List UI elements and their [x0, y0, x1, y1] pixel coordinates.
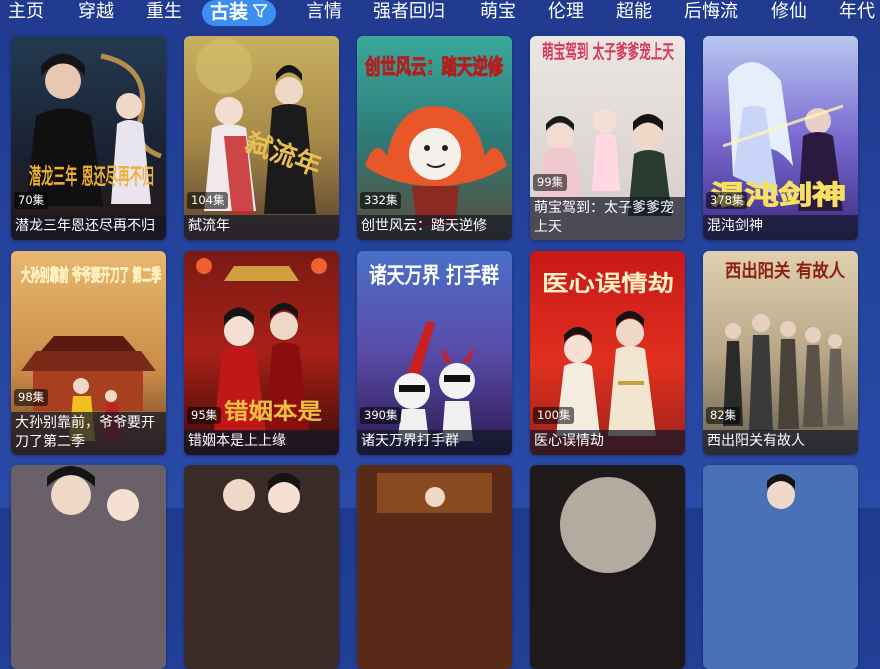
episode-count-badge: 390集	[360, 407, 402, 424]
drama-card[interactable]: 错姻本是 95集 错姻本是上上缘	[184, 251, 339, 455]
drama-title: 诸天万界打手群	[357, 430, 512, 455]
poster-image	[184, 465, 339, 669]
drama-title: 萌宝驾到：太子爹爹宠上天	[530, 197, 685, 240]
episode-count-badge: 100集	[533, 407, 575, 424]
poster-image: 潜龙三年 恩还尽再不归	[11, 36, 166, 240]
drama-title: 弑流年	[184, 215, 339, 240]
drama-card[interactable]: 医心误情劫 100集 医心误情劫	[530, 251, 685, 455]
drama-title: 混沌剑神	[703, 215, 858, 240]
drama-title: 大孙别靠前，爷爷要开刀了第二季	[11, 412, 166, 455]
poster-title-text: 诸天万界 打手群	[369, 263, 499, 289]
episode-count-badge: 99集	[533, 174, 568, 191]
episode-count-badge: 378集	[706, 192, 748, 209]
drama-card[interactable]: 混沌剑神 378集 混沌剑神	[703, 36, 858, 240]
episode-count-badge: 332集	[360, 192, 402, 209]
drama-card[interactable]: 大孙别靠前 爷爷要开刀了 第二季 98集 大孙别靠前，爷爷要开刀了第二季	[11, 251, 166, 455]
poster-image: 诸天万界 打手群	[357, 251, 512, 455]
drama-card[interactable]	[11, 465, 166, 669]
poster-image: 弑流年	[184, 36, 339, 240]
poster-image	[703, 465, 858, 669]
poster-image	[530, 465, 685, 669]
poster-image: 创世风云：踏天逆修	[357, 36, 512, 240]
poster-image: 混沌剑神	[703, 36, 858, 240]
poster-image	[357, 465, 512, 669]
poster-image: 医心误情劫	[530, 251, 685, 455]
poster-title-text: 创世风云：踏天逆修	[364, 54, 503, 79]
episode-count-badge: 104集	[187, 192, 229, 209]
drama-card[interactable]: 潜龙三年 恩还尽再不归 70集 潜龙三年恩还尽再不归	[11, 36, 166, 240]
poster-title-text: 西出阳关 有故人	[725, 260, 846, 282]
drama-card[interactable]: 西出阳关 有故人 82集 西出阳关有故人	[703, 251, 858, 455]
drama-card[interactable]	[530, 465, 685, 669]
drama-card[interactable]: 弑流年 104集 弑流年	[184, 36, 339, 240]
poster-title-text: 潜龙三年 恩还尽再不归	[29, 164, 154, 190]
drama-title: 错姻本是上上缘	[184, 430, 339, 455]
episode-count-badge: 95集	[187, 407, 222, 424]
drama-card[interactable]: 诸天万界 打手群 390集 诸天万界打手群	[357, 251, 512, 455]
poster-image	[11, 465, 166, 669]
drama-card[interactable]	[703, 465, 858, 669]
poster-image: 西出阳关 有故人	[703, 251, 858, 455]
episode-count-badge: 70集	[14, 192, 49, 209]
drama-card[interactable]	[357, 465, 512, 669]
drama-title: 潜龙三年恩还尽再不归	[11, 215, 166, 240]
drama-grid: 潜龙三年 恩还尽再不归 70集 潜龙三年恩还尽再不归 弑流年 104集 弑流年	[0, 0, 880, 669]
poster-title-text: 大孙别靠前 爷爷要开刀了 第二季	[21, 265, 161, 286]
drama-title: 创世风云：踏天逆修	[357, 215, 512, 240]
episode-count-badge: 98集	[14, 389, 49, 406]
drama-title: 医心误情劫	[530, 430, 685, 455]
drama-card[interactable]	[184, 465, 339, 669]
drama-title: 西出阳关有故人	[703, 430, 858, 455]
poster-title-text: 医心误情劫	[542, 271, 674, 297]
drama-card[interactable]: 创世风云：踏天逆修 332集 创世风云：踏天逆修	[357, 36, 512, 240]
drama-card[interactable]: 萌宝驾到 太子爹爹宠上天 99集 萌宝驾到：太子爹爹宠上天	[530, 36, 685, 240]
poster-title-text: 错姻本是	[224, 399, 322, 425]
poster-image: 错姻本是	[184, 251, 339, 455]
poster-title-text: 萌宝驾到 太子爹爹宠上天	[542, 40, 675, 63]
episode-count-badge: 82集	[706, 407, 741, 424]
